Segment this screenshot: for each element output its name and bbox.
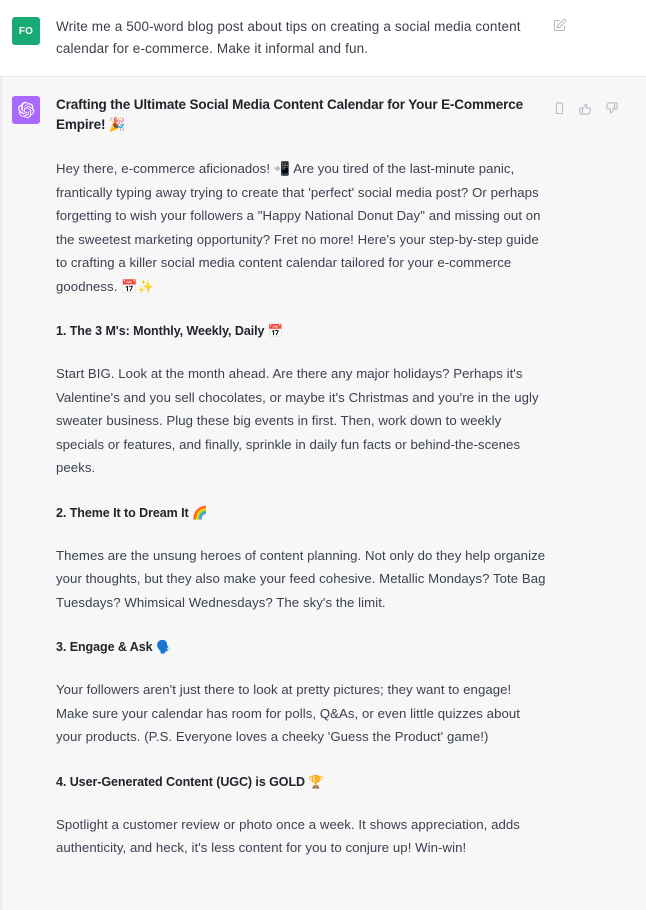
- assistant-intro-paragraph: Hey there, e-commerce aficionados! 📲 Are…: [56, 161, 541, 294]
- user-message: FO Write me a 500-word blog post about t…: [0, 0, 646, 76]
- user-avatar-initials: FO: [18, 25, 34, 37]
- assistant-response-title: Crafting the Ultimate Social Media Conte…: [56, 97, 523, 132]
- section-paragraph-1: Start BIG. Look at the month ahead. Are …: [56, 366, 539, 475]
- thumbs-down-icon[interactable]: [604, 101, 619, 116]
- openai-logo-icon: [17, 101, 35, 119]
- copy-icon[interactable]: [552, 101, 567, 116]
- user-message-actions: [552, 16, 567, 60]
- assistant-message-body: Crafting the Ultimate Social Media Conte…: [56, 95, 546, 894]
- chat-conversation: FO Write me a 500-word blog post about t…: [0, 0, 646, 910]
- section-paragraph-3: Your followers aren't just there to look…: [56, 682, 520, 744]
- user-message-text: Write me a 500-word blog post about tips…: [56, 19, 521, 56]
- section-paragraph-2: Themes are the unsung heroes of content …: [56, 547, 546, 610]
- thumbs-up-icon[interactable]: [578, 101, 593, 116]
- next-section-cutoff: [56, 884, 546, 894]
- section-heading-3: 3. Engage & Ask 🗣️: [56, 640, 172, 654]
- section-paragraph-4: Spotlight a customer review or photo onc…: [56, 816, 520, 856]
- assistant-avatar: [12, 96, 40, 124]
- section-heading-1: 1. The 3 M's: Monthly, Weekly, Daily 📅: [56, 324, 284, 338]
- user-message-body: Write me a 500-word blog post about tips…: [56, 16, 546, 60]
- assistant-message: Crafting the Ultimate Social Media Conte…: [0, 76, 646, 910]
- section-heading-2: 2. Theme It to Dream It 🌈: [56, 505, 208, 520]
- section-heading-4: 4. User-Generated Content (UGC) is GOLD …: [56, 774, 324, 789]
- user-avatar: FO: [12, 17, 40, 45]
- assistant-message-actions: [552, 95, 619, 894]
- edit-pencil-square-icon[interactable]: [552, 18, 567, 33]
